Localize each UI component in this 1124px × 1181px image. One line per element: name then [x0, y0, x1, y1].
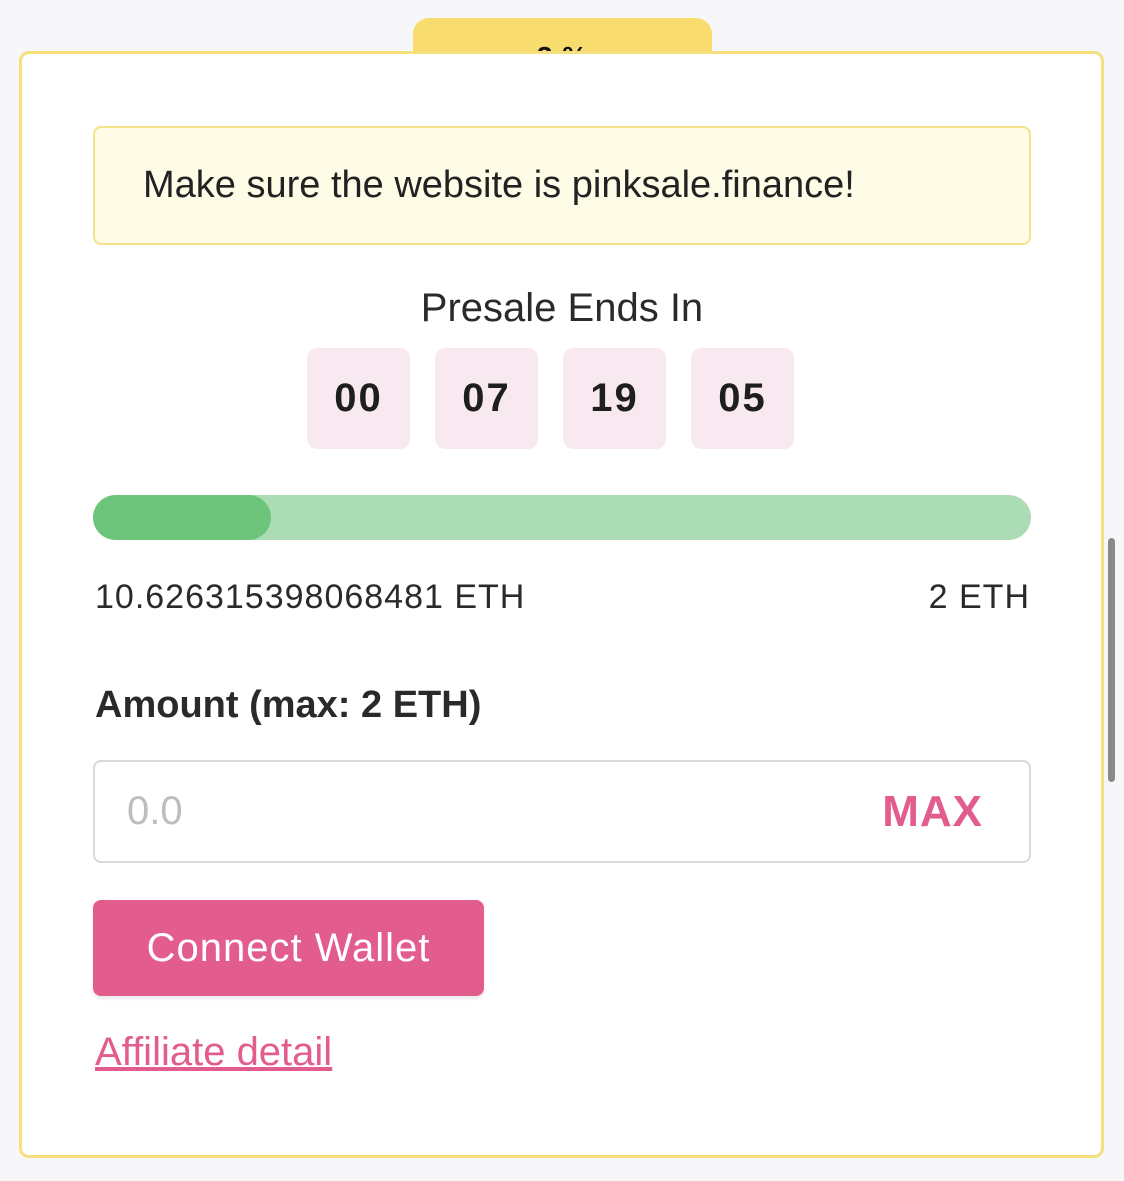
progress-bar-fill: [93, 495, 272, 540]
progress-bar: [93, 495, 1031, 540]
notice-text: Make sure the website is pinksale.financ…: [143, 164, 855, 206]
countdown-timer: 00 07 19 05: [307, 348, 794, 449]
security-notice: Make sure the website is pinksale.financ…: [93, 126, 1031, 245]
hard-cap-amount: 2 ETH: [928, 578, 1030, 616]
countdown-hours: 07: [435, 348, 538, 449]
raised-amount: 10.626315398068481 ETH: [95, 578, 526, 616]
affiliate-detail-link[interactable]: Affiliate detail: [95, 1030, 332, 1075]
amount-input-box: MAX: [93, 760, 1031, 863]
countdown-title: Presale Ends In: [420, 286, 704, 330]
countdown-minutes: 19: [563, 348, 666, 449]
amount-label: Amount (max: 2 ETH): [95, 684, 482, 726]
countdown-days: 00: [307, 348, 410, 449]
countdown-seconds: 05: [691, 348, 794, 449]
max-button[interactable]: MAX: [882, 762, 983, 861]
connect-wallet-button[interactable]: Connect Wallet: [93, 900, 484, 996]
page-scrollbar[interactable]: [1108, 538, 1115, 782]
amount-input[interactable]: [127, 762, 827, 861]
